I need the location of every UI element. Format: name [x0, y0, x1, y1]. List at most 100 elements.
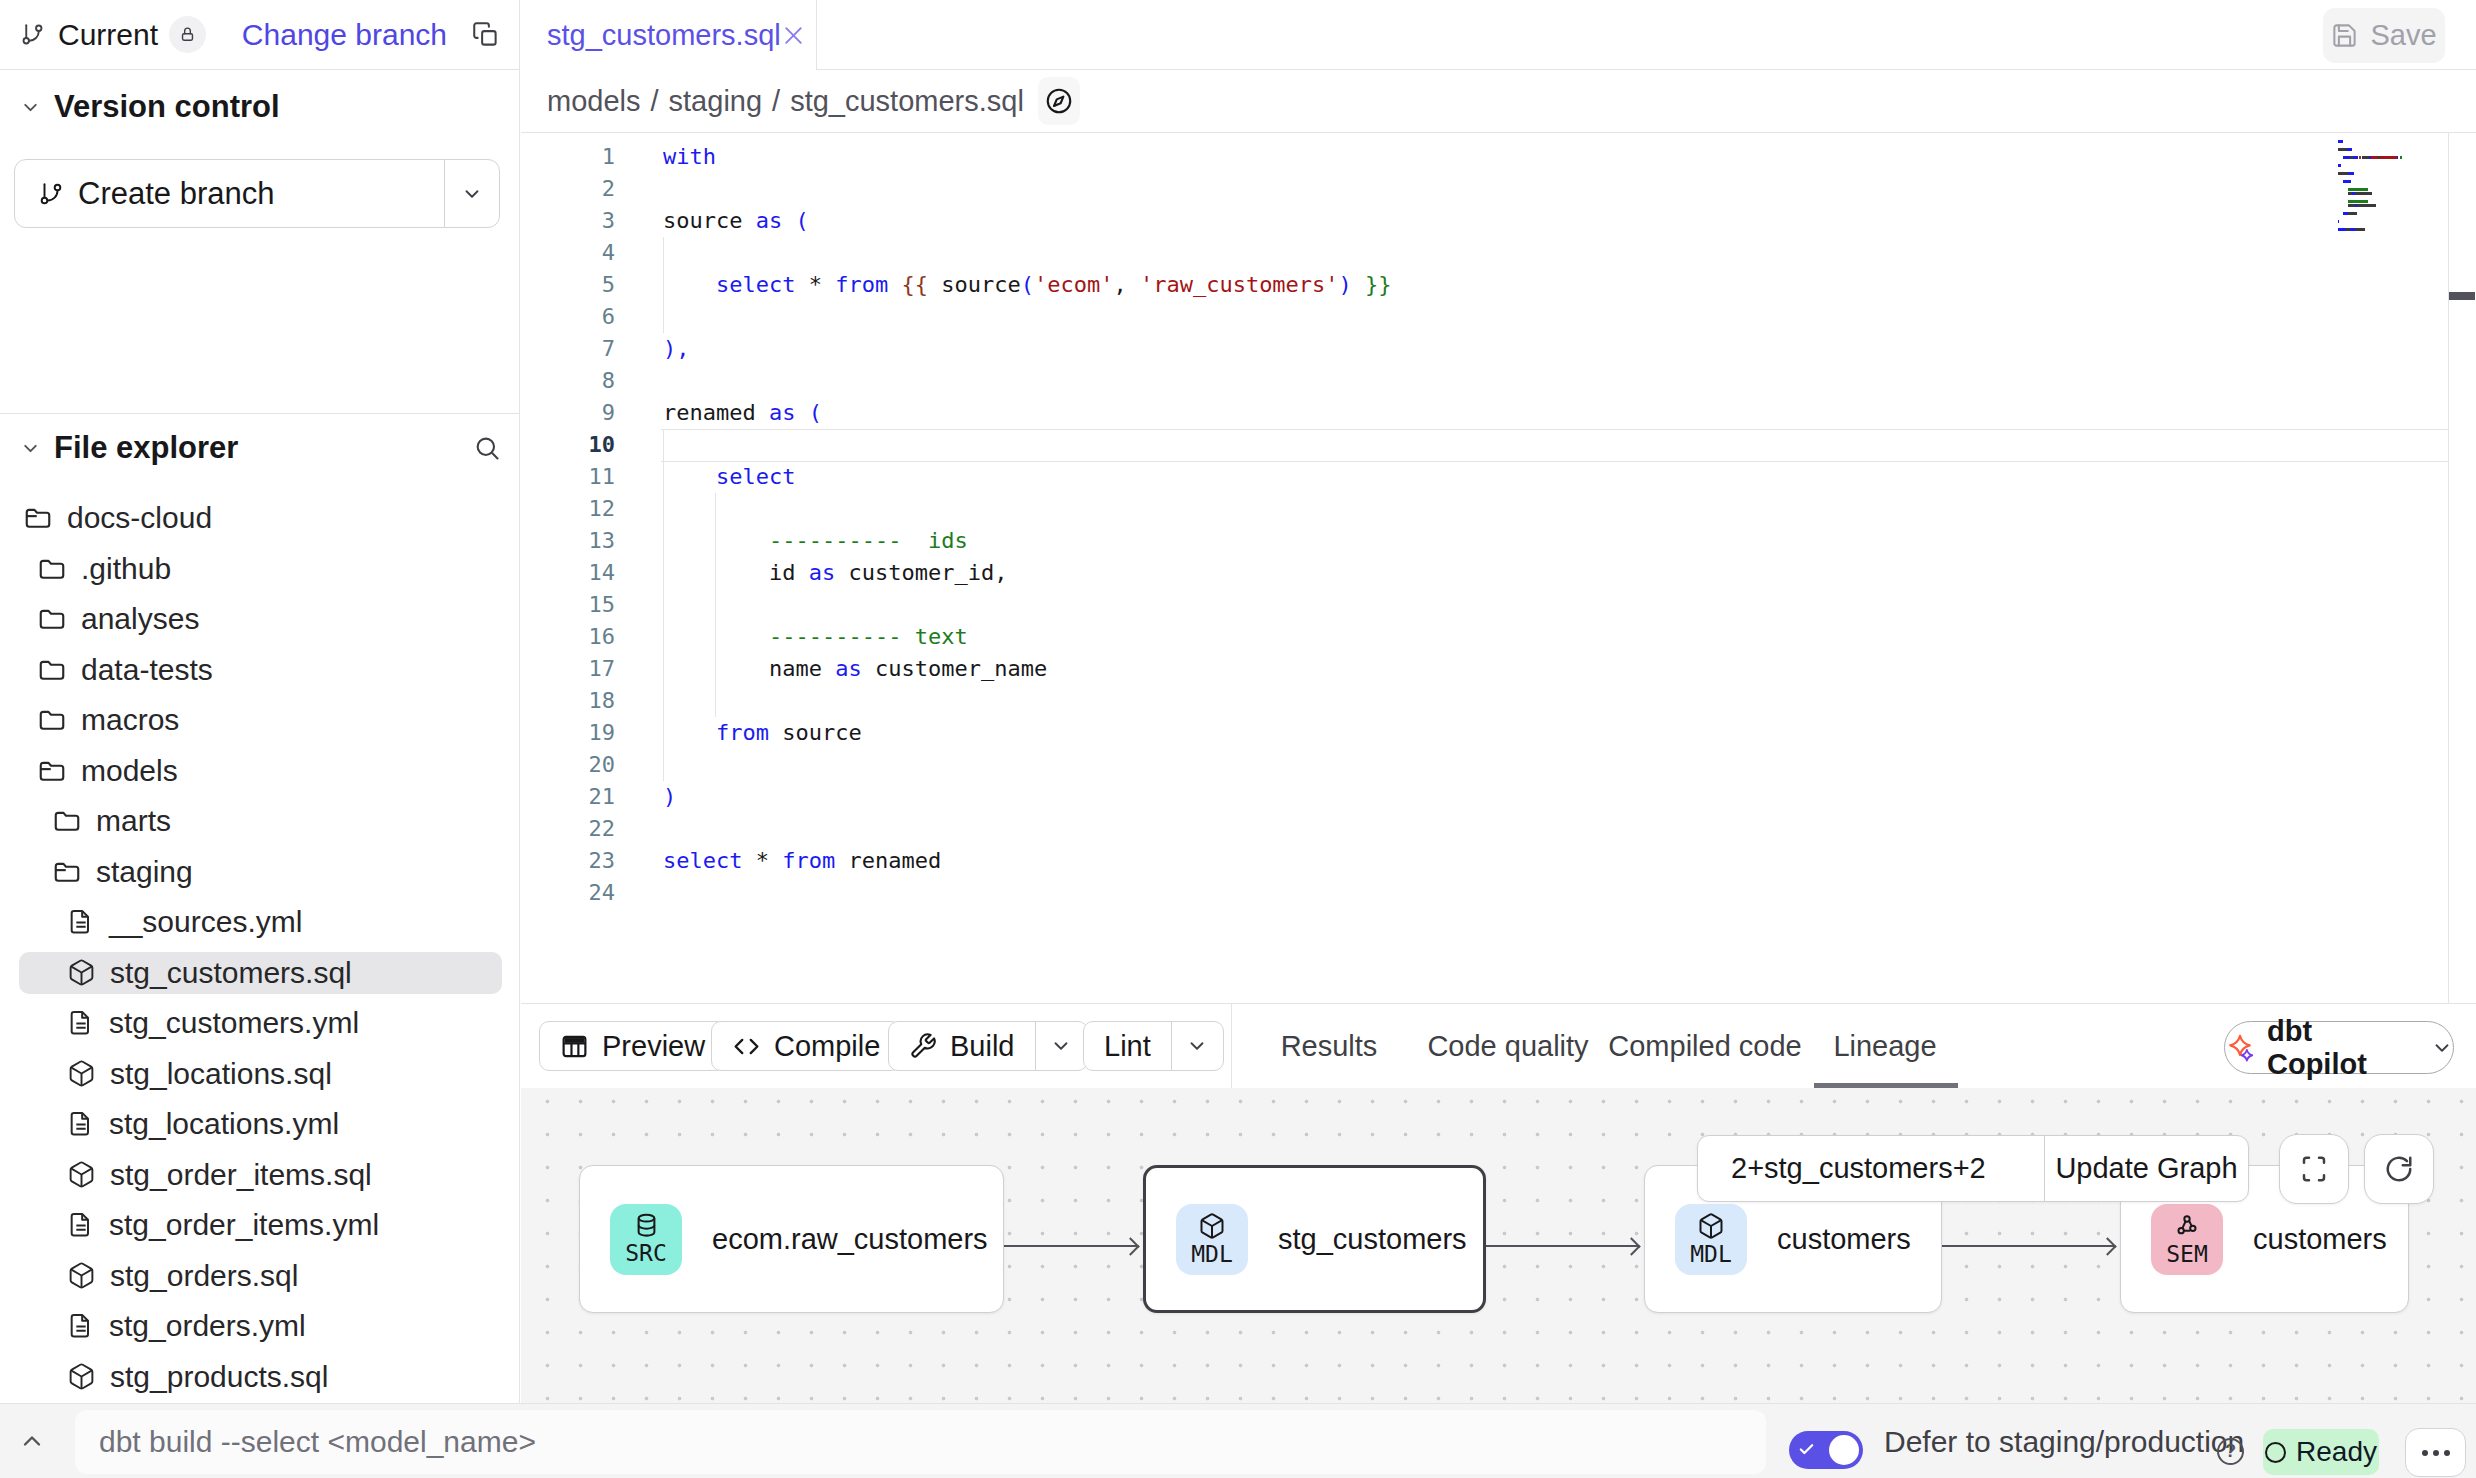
code-line-10: 10 — [521, 429, 2448, 461]
tree-item-label: stg_products.sql — [110, 1360, 328, 1394]
dbt-command-input[interactable]: dbt build --select <model_name> — [75, 1410, 1766, 1474]
lint-button[interactable]: Lint — [1083, 1021, 1224, 1071]
editor-toolbar: Preview Compile Build Lint — [521, 1003, 2476, 1088]
tab-title: stg_customers.sql — [547, 19, 781, 52]
lineage-node-source[interactable]: SRC ecom.raw_customers — [579, 1165, 1004, 1313]
tab-stg-customers-sql[interactable]: stg_customers.sql — [521, 0, 817, 70]
tree-item-data-tests[interactable]: data-tests — [0, 645, 519, 696]
create-branch-main[interactable]: Create branch — [15, 160, 445, 227]
tree-item-models[interactable]: models — [0, 746, 519, 797]
tree-item-label: __sources.yml — [109, 905, 302, 939]
model-icon — [67, 958, 96, 987]
lineage-canvas[interactable]: SRC ecom.raw_customers MDL stg_customers… — [521, 1088, 2476, 1403]
tree-item-stg_orders.sql[interactable]: stg_orders.sql — [0, 1251, 519, 1302]
tree-item-stg_customers.yml[interactable]: stg_customers.yml — [0, 998, 519, 1049]
lineage-node-stg-customers[interactable]: MDL stg_customers — [1143, 1165, 1486, 1313]
breadcrumb-file[interactable]: stg_customers.sql — [790, 85, 1024, 118]
panel-tab-results[interactable]: Results — [1281, 1004, 1378, 1089]
tree-item-analyses[interactable]: analyses — [0, 594, 519, 645]
tree-item-label: stg_order_items.sql — [110, 1158, 372, 1192]
lineage-selector-input[interactable]: 2+stg_customers+2 — [1698, 1136, 2045, 1201]
tree-item-staging[interactable]: staging — [0, 847, 519, 898]
panel-tab-code-quality[interactable]: Code quality — [1427, 1004, 1588, 1089]
save-label: Save — [2370, 19, 2436, 52]
tree-item-label: macros — [81, 703, 179, 737]
fullscreen-button[interactable] — [2279, 1134, 2349, 1204]
lint-dropdown[interactable] — [1171, 1022, 1223, 1070]
tree-item-stg_locations.sql[interactable]: stg_locations.sql — [0, 1049, 519, 1100]
tree-item-docs-cloud[interactable]: docs-cloud — [0, 493, 519, 544]
dbt-copilot-button[interactable]: dbt Copilot — [2224, 1021, 2454, 1074]
code-editor[interactable]: 1with23source as (45 select * from {{ so… — [521, 133, 2476, 1003]
close-icon[interactable] — [781, 23, 806, 48]
tree-item-label: staging — [96, 855, 193, 889]
defer-toggle[interactable] — [1789, 1431, 1863, 1469]
copilot-compass-icon[interactable] — [1038, 77, 1080, 125]
lint-label: Lint — [1104, 1030, 1151, 1063]
chevron-up-icon[interactable] — [18, 1427, 46, 1455]
ready-label: Ready — [2296, 1436, 2377, 1468]
create-branch-label: Create branch — [78, 176, 274, 212]
tree-item-label: stg_locations.yml — [109, 1107, 339, 1141]
refresh-icon — [2384, 1154, 2414, 1184]
build-dropdown[interactable] — [1035, 1022, 1087, 1070]
code-line-24: 24 — [521, 877, 2448, 909]
code-line-23: 23select * from renamed — [521, 845, 2448, 877]
folder-icon — [37, 705, 67, 735]
tree-item-.github[interactable]: .github — [0, 544, 519, 595]
update-graph-button[interactable]: Update Graph — [2045, 1136, 2248, 1201]
tree-item-label: stg_orders.sql — [110, 1259, 298, 1293]
chevron-down-icon — [2431, 1037, 2453, 1059]
save-button[interactable]: Save — [2323, 8, 2445, 63]
code-line-16: 16 ---------- text — [521, 621, 2448, 653]
copy-icon[interactable] — [472, 21, 499, 48]
cube-icon — [1697, 1212, 1725, 1240]
status-badge[interactable]: Ready — [2263, 1429, 2379, 1475]
tree-item-macros[interactable]: macros — [0, 695, 519, 746]
code-line-22: 22 — [521, 813, 2448, 845]
breadcrumb-staging[interactable]: staging — [669, 85, 763, 118]
version-control-header[interactable]: Version control — [0, 85, 519, 129]
doc-icon — [67, 1211, 95, 1239]
tree-item-label: stg_customers.yml — [109, 1006, 359, 1040]
panel-tab-lineage[interactable]: Lineage — [1833, 1004, 1936, 1089]
code-line-19: 19 from source — [521, 717, 2448, 749]
chevron-down-icon — [20, 97, 41, 118]
more-options-button[interactable] — [2405, 1428, 2466, 1477]
tree-item-stg_order_items.sql[interactable]: stg_order_items.sql — [0, 1150, 519, 1201]
create-branch-button[interactable]: Create branch — [14, 159, 500, 228]
tree-item-stg_order_items.yml[interactable]: stg_order_items.yml — [0, 1200, 519, 1251]
preview-button[interactable]: Preview — [539, 1021, 726, 1071]
breadcrumb-models[interactable]: models — [547, 85, 641, 118]
build-button[interactable]: Build — [888, 1021, 1088, 1071]
help-icon[interactable]: ? — [2217, 1438, 2244, 1465]
editor-minimap — [2338, 140, 2402, 236]
tree-item-stg_customers.sql[interactable]: stg_customers.sql — [0, 948, 519, 999]
doc-icon — [67, 1312, 95, 1340]
panel-tab-compiled-code[interactable]: Compiled code — [1608, 1004, 1801, 1089]
tree-item-__sources.yml[interactable]: __sources.yml — [0, 897, 519, 948]
code-line-13: 13 ---------- ids — [521, 525, 2448, 557]
folder-open-icon — [52, 857, 82, 887]
tree-item-stg_orders.yml[interactable]: stg_orders.yml — [0, 1301, 519, 1352]
refresh-button[interactable] — [2364, 1134, 2434, 1204]
model-badge: MDL — [1675, 1204, 1747, 1275]
code-line-1: 1with — [521, 141, 2448, 173]
file-explorer-header[interactable]: File explorer — [0, 426, 519, 470]
model-icon — [67, 1261, 96, 1290]
search-icon[interactable] — [473, 434, 501, 462]
tree-item-marts[interactable]: marts — [0, 796, 519, 847]
model-icon — [67, 1362, 96, 1391]
graph-nodes-icon — [2173, 1212, 2201, 1240]
tree-item-label: .github — [81, 552, 171, 586]
defer-label: Defer to staging/production — [1884, 1404, 2244, 1478]
create-branch-dropdown[interactable] — [445, 183, 499, 205]
code-line-4: 4 — [521, 237, 2448, 269]
compile-button[interactable]: Compile — [711, 1021, 901, 1071]
tree-item-stg_locations.yml[interactable]: stg_locations.yml — [0, 1099, 519, 1150]
database-icon — [633, 1212, 660, 1239]
editor-scrollbar[interactable] — [2448, 133, 2476, 1003]
change-branch-link[interactable]: Change branch — [242, 18, 447, 52]
tree-item-stg_products.sql[interactable]: stg_products.sql — [0, 1352, 519, 1403]
tree-item-label: marts — [96, 804, 171, 838]
